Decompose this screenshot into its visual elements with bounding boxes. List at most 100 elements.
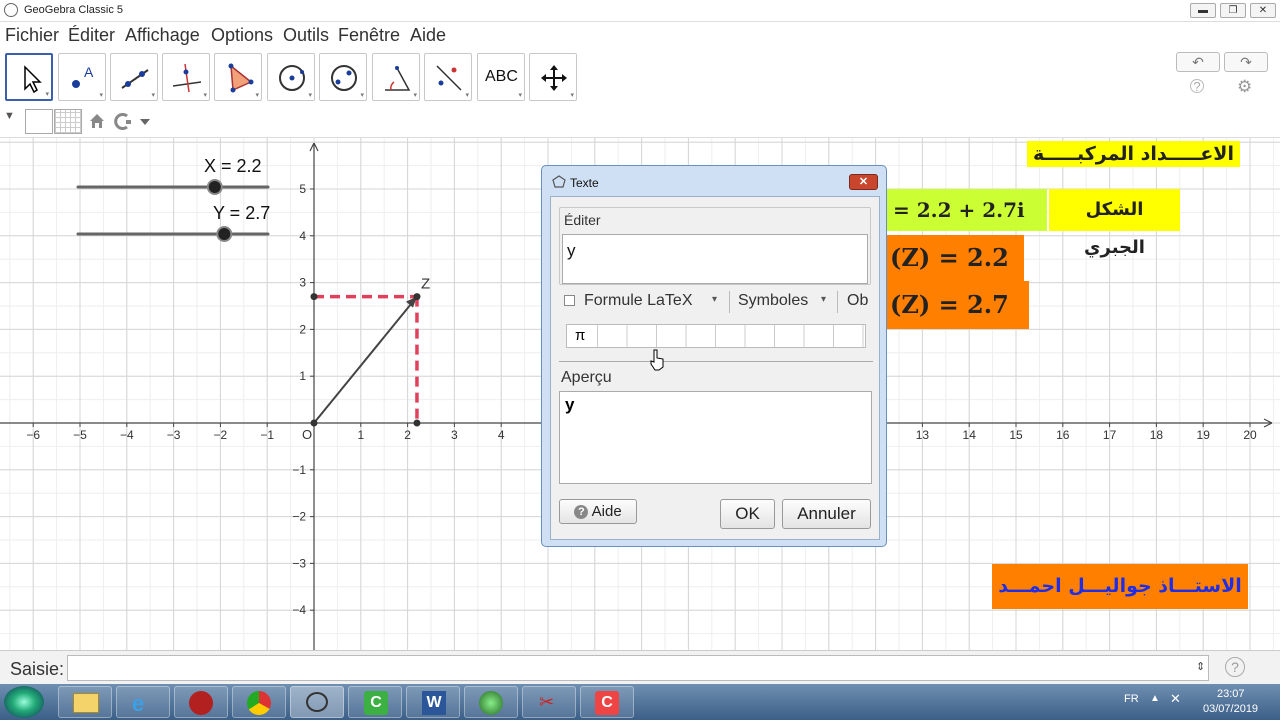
style-bar-toggle-icon[interactable]: ▼: [4, 110, 15, 122]
circle-icon: [279, 65, 305, 91]
origin-label: O: [302, 427, 312, 442]
objects-dropdown[interactable]: Ob: [847, 292, 868, 310]
taskbar-word-icon[interactable]: W: [406, 686, 460, 718]
help-button-label: Aide: [591, 503, 622, 520]
minimize-button[interactable]: ▬: [1190, 3, 1216, 18]
menu-fichier[interactable]: Fichier: [5, 25, 59, 46]
real-part-box: (Z) = 2.2: [884, 235, 1024, 281]
algebraic-formula-box: = 2.2 + 2.7i: [887, 189, 1047, 231]
toolbar: ▾ A ▾ ▾ ▾ ▾ ▾ ▾ ▾ ▾ ABC ▾ ▾ ↶ ↷ ? ⚙: [0, 48, 1280, 106]
x-tick-label: 19: [1197, 428, 1211, 442]
x-tick-label: 2: [404, 428, 411, 442]
menu-affichage[interactable]: Affichage: [125, 25, 200, 46]
maximize-button[interactable]: ❐: [1220, 3, 1246, 18]
x-tick-label: 1: [357, 428, 364, 442]
preview-value: y: [565, 395, 575, 414]
edit-text-field[interactable]: y: [562, 234, 868, 284]
tool-move-view[interactable]: ▾: [529, 53, 577, 101]
point-z-label: Z: [421, 276, 430, 293]
latex-label[interactable]: Formule LaTeX: [584, 292, 693, 310]
y-projection-point: [310, 293, 318, 301]
angle-icon: [385, 66, 411, 91]
input-bar: Saisie: ⇕ ?: [0, 650, 1280, 684]
taskbar-snipping-icon[interactable]: ✂: [522, 686, 576, 718]
tool-ellipse[interactable]: ▾: [319, 53, 367, 101]
tool-circle[interactable]: ▾: [267, 53, 315, 101]
symbol-slots[interactable]: [597, 325, 866, 347]
home-icon[interactable]: [88, 112, 106, 130]
help-icon[interactable]: ?: [1190, 79, 1204, 93]
point-icon: A: [72, 64, 94, 88]
pi-symbol-button[interactable]: π: [575, 327, 585, 344]
title-box: الاعـــــداد المركبـــــة: [1027, 141, 1240, 167]
help-circle-icon: ?: [574, 505, 589, 519]
point-z: [413, 293, 421, 301]
language-indicator[interactable]: FR: [1124, 693, 1139, 705]
tray-expand-icon[interactable]: ▲: [1150, 693, 1160, 704]
help-button[interactable]: ? Aide: [559, 499, 637, 524]
menu-options[interactable]: Options: [211, 25, 273, 46]
taskbar-camtasia-recorder-icon[interactable]: C: [580, 686, 634, 718]
y-tick-label: −2: [292, 510, 306, 524]
x-tick-label: −5: [73, 428, 87, 442]
symbols-dropdown-icon[interactable]: ▾: [821, 294, 826, 305]
latex-dropdown-icon[interactable]: ▾: [712, 294, 717, 305]
taskbar-ie-icon[interactable]: e: [116, 686, 170, 718]
x-tick-label: −1: [260, 428, 274, 442]
clock-date[interactable]: 03/07/2019: [1203, 703, 1258, 715]
perpendicular-icon: [172, 63, 202, 93]
network-warning-icon[interactable]: ✕: [1170, 691, 1181, 707]
x-tick-label: 4: [498, 428, 505, 442]
taskbar-chrome-icon[interactable]: [232, 686, 286, 718]
settings-gear-icon[interactable]: ⚙: [1237, 77, 1252, 97]
x-tick-label: 18: [1150, 428, 1164, 442]
input-history-icon[interactable]: ⇕: [1196, 660, 1205, 673]
taskbar-network-icon[interactable]: [464, 686, 518, 718]
start-button-icon[interactable]: [4, 686, 44, 718]
point-capture-icon[interactable]: [114, 112, 154, 132]
dialog-title: Texte: [570, 176, 599, 190]
author-box: الاستـــاذ جواليـــل احمـــد: [992, 564, 1248, 609]
menu-bar: Fichier Éditer Affichage Options Outils …: [0, 22, 1280, 48]
axes-toggle-icon[interactable]: [25, 109, 53, 134]
origin-point: [310, 419, 318, 427]
undo-button[interactable]: ↶: [1176, 52, 1220, 72]
menu-aide[interactable]: Aide: [410, 25, 446, 46]
x-projection-point: [413, 419, 421, 427]
tool-move[interactable]: ▾: [5, 53, 53, 101]
preview-box: y: [559, 391, 872, 484]
tool-perpendicular[interactable]: ▾: [162, 53, 210, 101]
x-tick-label: 15: [1009, 428, 1023, 442]
x-tick-label: 20: [1243, 428, 1257, 442]
ellipse-icon: [331, 65, 357, 91]
menu-fenetre[interactable]: Fenêtre: [338, 25, 400, 46]
x-tick-label: 17: [1103, 428, 1117, 442]
taskbar-explorer-icon[interactable]: [58, 686, 112, 718]
menu-outils[interactable]: Outils: [283, 25, 329, 46]
tool-text[interactable]: ABC ▾: [477, 53, 525, 101]
tool-polygon[interactable]: ▾: [214, 53, 262, 101]
tool-reflect[interactable]: ▾: [424, 53, 472, 101]
redo-button[interactable]: ↷: [1224, 52, 1268, 72]
x-tick-label: 16: [1056, 428, 1070, 442]
tool-angle[interactable]: ▾: [372, 53, 420, 101]
grid-toggle-icon[interactable]: [54, 109, 82, 134]
menu-editer[interactable]: Éditer: [68, 25, 115, 46]
symbols-dropdown[interactable]: Symboles: [738, 292, 808, 310]
ok-button[interactable]: OK: [720, 499, 775, 529]
cancel-button[interactable]: Annuler: [782, 499, 871, 529]
input-field[interactable]: [67, 655, 1209, 681]
taskbar-camtasia-icon[interactable]: C: [348, 686, 402, 718]
imaginary-part-box: (Z) = 2.7: [884, 281, 1029, 329]
slider-x-label: X = 2.2: [204, 156, 262, 176]
dialog-close-button[interactable]: ✕: [849, 174, 878, 190]
x-tick-label: −6: [26, 428, 40, 442]
input-help-icon[interactable]: ?: [1225, 657, 1245, 677]
tool-line[interactable]: ▾: [110, 53, 158, 101]
tool-point[interactable]: A ▾: [58, 53, 106, 101]
latex-checkbox[interactable]: [564, 295, 575, 306]
close-window-button[interactable]: ✕: [1250, 3, 1276, 18]
taskbar-geogebra-icon[interactable]: [290, 686, 344, 718]
clock-time[interactable]: 23:07: [1217, 688, 1245, 700]
taskbar-app-red-icon[interactable]: [174, 686, 228, 718]
